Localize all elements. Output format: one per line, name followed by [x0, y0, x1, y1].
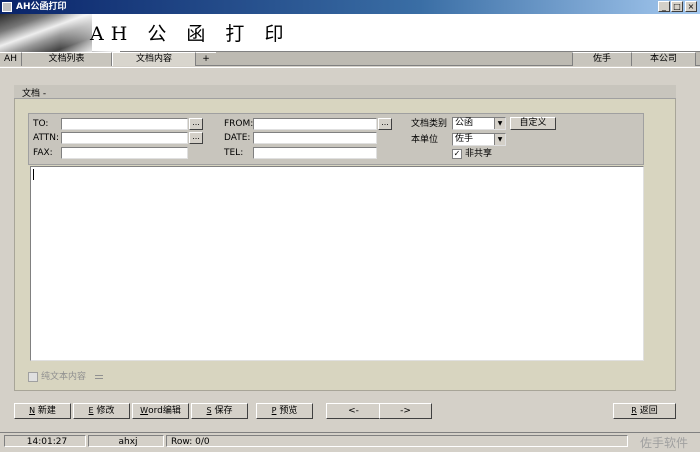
banner-logo-text: AH 公 函 打 印 [90, 23, 291, 45]
new-button[interactable]: N 新建 [14, 403, 71, 419]
date-input[interactable] [253, 132, 377, 144]
brand-label: 佐手软件 [640, 436, 689, 450]
panel-header: 文档 - [14, 85, 676, 99]
edit-button[interactable]: E 修改 [73, 403, 130, 419]
tel-input[interactable] [253, 147, 377, 159]
from-input[interactable] [253, 118, 377, 130]
status-time: 14:01:27 [4, 435, 86, 447]
word-edit-button[interactable]: Word编辑 [132, 403, 189, 419]
from-browse-button[interactable]: ... [378, 118, 392, 130]
plain-text-checkbox[interactable] [28, 372, 38, 382]
attn-browse-button[interactable]: ... [189, 132, 203, 144]
tel-label: TEL: [224, 148, 244, 158]
to-label: TO: [33, 119, 49, 129]
to-input[interactable] [61, 118, 188, 130]
doc-type-label: 文档类别 [411, 119, 448, 129]
panel-title: 文档 - [22, 89, 47, 99]
save-button[interactable]: S 保存 [191, 403, 248, 419]
doc-type-value: 公函 [455, 118, 474, 128]
chevron-down-icon[interactable]: ▼ [494, 118, 505, 129]
maximize-button[interactable]: □ [671, 1, 683, 12]
non-shared-checkbox[interactable]: ✓ [452, 149, 462, 159]
tab-company[interactable]: 本公司 [632, 52, 696, 66]
unit-value: 佐手 [455, 134, 474, 144]
attn-label: ATTN: [33, 133, 60, 143]
unit-label: 本单位 [411, 135, 439, 145]
preview-button[interactable]: P 预览 [256, 403, 313, 419]
prev-button[interactable]: <- [326, 403, 381, 419]
fax-label: FAX: [33, 148, 53, 158]
fax-input[interactable] [61, 147, 188, 159]
app-icon [2, 2, 12, 12]
minimize-button[interactable]: _ [658, 1, 670, 12]
tab-add[interactable]: + [196, 52, 216, 66]
to-browse-button[interactable]: ... [189, 118, 203, 130]
date-label: DATE: [224, 133, 251, 143]
return-button[interactable]: R 返回 [613, 403, 676, 419]
chevron-down-icon[interactable]: ▼ [494, 134, 505, 145]
non-shared-label: 非共享 [465, 149, 493, 159]
text-caret [33, 169, 34, 180]
title-bar[interactable]: AH公函打印 _ □ × [0, 0, 700, 14]
tab-zuoshou[interactable]: 佐手 [572, 52, 632, 66]
tab-ah[interactable]: AH [0, 52, 22, 66]
from-label: FROM: [224, 119, 254, 129]
window-title: AH公函打印 [16, 2, 67, 12]
unit-select[interactable]: 佐手 ▼ [452, 133, 506, 146]
doc-type-select[interactable]: 公函 ▼ [452, 117, 506, 130]
menu-lines-icon [95, 375, 103, 379]
custom-button[interactable]: 自定义 [510, 117, 556, 130]
attn-input[interactable] [61, 132, 188, 144]
status-row: Row: 0/0 [166, 435, 628, 447]
tab-bar: AH 文档列表 文档内容 + 佐手 本公司 [0, 52, 700, 66]
document-editor[interactable] [30, 166, 644, 361]
close-button[interactable]: × [685, 1, 697, 12]
tab-document-list[interactable]: 文档列表 [22, 52, 112, 66]
plain-text-label: 纯文本内容 [41, 372, 87, 382]
next-button[interactable]: -> [379, 403, 432, 419]
tab-document-content[interactable]: 文档内容 [112, 52, 196, 66]
status-user: ahxj [88, 435, 164, 447]
app-banner: AH 公 函 打 印 [0, 14, 700, 52]
